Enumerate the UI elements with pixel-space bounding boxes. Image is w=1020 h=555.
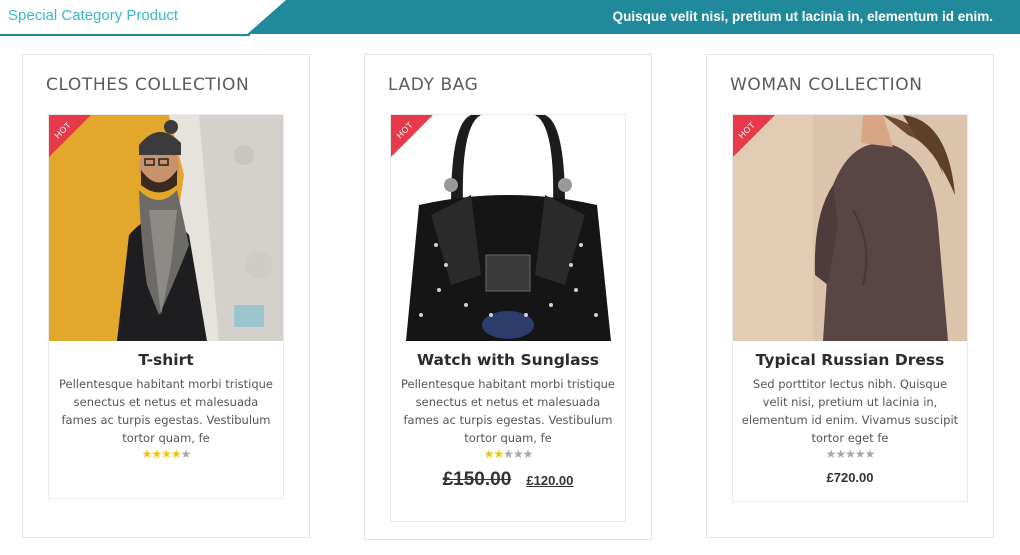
header-tagline: Quisque velit nisi, pretium ut lacinia i…: [612, 9, 993, 24]
product-description: Sed porttitor lectus nibh. Quisque velit…: [741, 377, 959, 445]
hot-badge: HOT: [391, 115, 433, 157]
section-title: Special Category Product: [8, 7, 179, 24]
star-filled-icon: ★: [151, 447, 162, 461]
category-column-woman: WOMAN COLLECTION HOT Typical Russian Dre…: [706, 54, 994, 538]
product-rating: ★★★★★: [391, 447, 625, 461]
product-description: Pellentesque habitant morbi tristique se…: [401, 377, 615, 445]
product-prices: £150.00 £120.00: [391, 469, 625, 491]
product-card: HOT Typical Russian Dress Sed porttitor …: [732, 114, 968, 502]
category-column-bag: LADY BAG HOT Watch with Sunglass Pellent…: [364, 54, 652, 540]
product-image[interactable]: HOT: [49, 115, 283, 341]
product-name[interactable]: Watch with Sunglass: [391, 351, 625, 369]
category-title[interactable]: LADY BAG: [388, 75, 478, 95]
product-card: HOT T-shirt Pellentesque habitant morbi …: [48, 114, 284, 499]
star-empty-icon: ★: [845, 447, 856, 461]
star-empty-icon: ★: [854, 447, 866, 461]
hot-badge: HOT: [49, 115, 91, 157]
category-title[interactable]: WOMAN COLLECTION: [730, 75, 923, 95]
star-filled-icon: ★: [161, 447, 172, 461]
product-price[interactable]: £720.00: [733, 470, 967, 485]
star-filled-icon: ★: [493, 447, 504, 461]
product-name[interactable]: T-shirt: [49, 351, 283, 369]
sale-price[interactable]: £120.00: [526, 473, 573, 488]
product-rating: ★★★★★: [49, 447, 283, 461]
hot-badge: HOT: [733, 115, 775, 157]
star-filled-icon: ★: [170, 447, 182, 461]
section-header: Special Category Product Quisque velit n…: [0, 0, 1020, 36]
header-tab-underline: [0, 34, 250, 36]
star-filled-icon: ★: [483, 447, 495, 461]
product-card: HOT Watch with Sunglass Pellentesque hab…: [390, 114, 626, 522]
old-price: £150.00: [442, 469, 512, 490]
star-empty-icon: ★: [864, 447, 876, 461]
star-empty-icon: ★: [180, 447, 192, 461]
star-empty-icon: ★: [512, 447, 524, 461]
product-image[interactable]: HOT: [391, 115, 625, 341]
star-empty-icon: ★: [825, 447, 837, 461]
star-filled-icon: ★: [141, 447, 153, 461]
category-column-clothes: CLOTHES COLLECTION HOT T-shirt Pellentes…: [22, 54, 310, 538]
star-empty-icon: ★: [522, 447, 534, 461]
star-empty-icon: ★: [503, 447, 514, 461]
product-rating: ★★★★★: [733, 447, 967, 461]
star-empty-icon: ★: [835, 447, 846, 461]
product-name[interactable]: Typical Russian Dress: [733, 351, 967, 369]
category-title[interactable]: CLOTHES COLLECTION: [46, 75, 249, 95]
product-image[interactable]: HOT: [733, 115, 967, 341]
product-description: Pellentesque habitant morbi tristique se…: [59, 377, 273, 445]
